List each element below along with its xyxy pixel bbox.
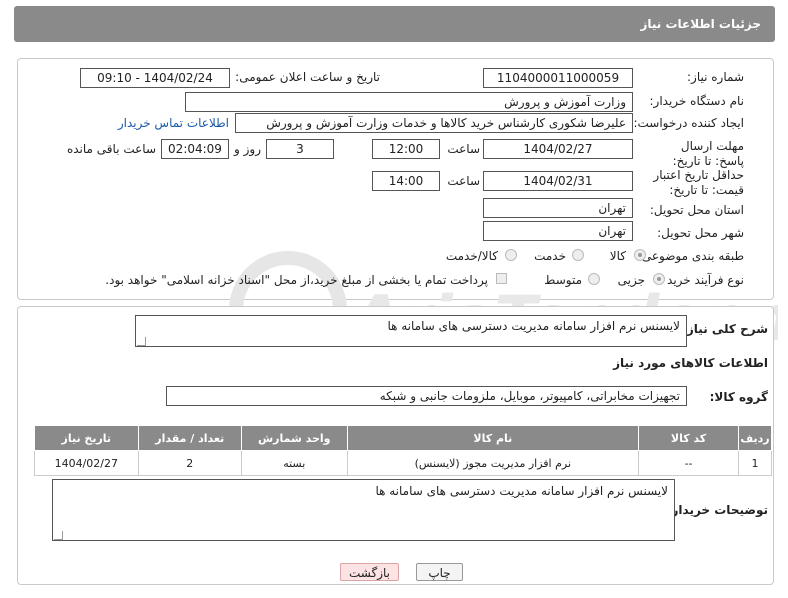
validity-time-field: 14:00 xyxy=(372,171,440,191)
city-field: تهران xyxy=(483,221,633,241)
buyer-org-label: نام دستگاه خریدار: xyxy=(649,94,745,108)
city-label: شهر محل تحویل: xyxy=(657,226,744,240)
deadline-label: مهلت ارسال پاسخ: تا تاریخ: xyxy=(672,139,744,168)
cell-quantity: 2 xyxy=(137,450,242,476)
creator-label: ایجاد کننده درخواست: xyxy=(633,116,744,130)
cell-goods-code: -- xyxy=(638,450,740,476)
process-label: نوع فرآیند خرید : xyxy=(659,273,744,287)
buyer-notes-field: لایسنس نرم افزار سامانه مدیریت دسترسی ها… xyxy=(52,479,675,541)
col-row-number: ردیف xyxy=(738,425,772,451)
col-goods-code: کد کالا xyxy=(638,425,740,451)
treasury-payment-checkbox[interactable] xyxy=(496,273,507,284)
cell-need-date: 1404/02/27 xyxy=(34,450,139,476)
category-service-label: خدمت xyxy=(534,249,566,263)
province-field: تهران xyxy=(483,198,633,218)
goods-table-header: ردیف کد کالا نام کالا واحد شمارش تعداد /… xyxy=(34,425,772,451)
category-label: طبقه بندی موضوعی: xyxy=(637,249,744,263)
goods-group-field: تجهیزات مخابراتی، کامپیوتر، موبایل، ملزو… xyxy=(166,386,687,406)
goods-table: ردیف کد کالا نام کالا واحد شمارش تعداد /… xyxy=(34,425,772,476)
category-both-label: کالا/خدمت xyxy=(445,249,498,263)
need-number-field: 1104000011000059 xyxy=(483,68,633,88)
buyer-notes-resize-handle[interactable] xyxy=(54,531,63,540)
cell-unit: بسته xyxy=(240,450,348,476)
deadline-date-field: 1404/02/27 xyxy=(483,139,633,159)
description-label: شرح کلی نیاز: xyxy=(682,322,768,336)
cell-goods-name: نرم افزار مدیریت مجوز (لایسنس) xyxy=(346,450,640,476)
process-medium-label: متوسط xyxy=(544,273,582,287)
goods-section-title: اطلاعات کالاهای مورد نیاز xyxy=(613,356,768,370)
col-need-date: تاریخ نیاز xyxy=(34,425,139,451)
need-number-label: شماره نیاز: xyxy=(687,70,744,84)
back-button[interactable]: بازگشت xyxy=(340,563,399,581)
category-goods-label: کالا xyxy=(609,249,626,263)
table-row: 1 -- نرم افزار مدیریت مجوز (لایسنس) بسته… xyxy=(34,450,772,476)
col-goods-name: نام کالا xyxy=(346,425,640,451)
validity-label: حداقل تاریخ اعتبار قیمت: تا تاریخ: xyxy=(653,168,744,197)
buyer-notes-label: توضیحات خریدار: xyxy=(666,503,768,517)
treasury-payment-note: پرداخت تمام یا بخشی از مبلغ خرید،از محل … xyxy=(105,273,488,287)
category-goods-radio[interactable] xyxy=(634,249,646,261)
process-minor-radio[interactable] xyxy=(653,273,665,285)
contact-info-link[interactable]: اطلاعات تماس خریدار xyxy=(118,116,229,130)
process-minor-label: جزیی xyxy=(617,273,645,287)
validity-time-word: ساعت xyxy=(447,174,480,188)
remaining-word: ساعت باقی مانده xyxy=(66,142,156,156)
buyer-org-field: وزارت آموزش و پرورش xyxy=(185,92,633,112)
announce-field: 1404/02/24 - 09:10 xyxy=(80,68,230,88)
print-button[interactable]: چاپ xyxy=(416,563,463,581)
cell-row-number: 1 xyxy=(738,450,772,476)
description-resize-handle[interactable] xyxy=(137,337,146,346)
creator-field: علیرضا شکوری کارشناس خرید کالاها و خدمات… xyxy=(235,113,633,133)
days-field: 3 xyxy=(266,139,334,159)
description-field: لایسنس نرم افزار سامانه مدیریت دسترسی ها… xyxy=(135,315,687,347)
window-title-bar: جزئیات اطلاعات نیاز xyxy=(14,6,775,42)
validity-date-field: 1404/02/31 xyxy=(483,171,633,191)
days-word: روز و xyxy=(234,142,261,156)
window-title: جزئیات اطلاعات نیاز xyxy=(640,17,761,31)
category-service-radio[interactable] xyxy=(572,249,584,261)
goods-group-label: گروه کالا: xyxy=(709,390,768,404)
process-medium-radio[interactable] xyxy=(588,273,600,285)
province-label: استان محل تحویل: xyxy=(649,203,744,217)
col-unit: واحد شمارش xyxy=(240,425,348,451)
remaining-time-field: 02:04:09 xyxy=(161,139,229,159)
col-quantity: تعداد / مقدار xyxy=(137,425,242,451)
deadline-time-field: 12:00 xyxy=(372,139,440,159)
announce-label: تاریخ و ساعت اعلان عمومی: xyxy=(235,70,380,84)
category-both-radio[interactable] xyxy=(505,249,517,261)
deadline-time-word: ساعت xyxy=(447,142,480,156)
